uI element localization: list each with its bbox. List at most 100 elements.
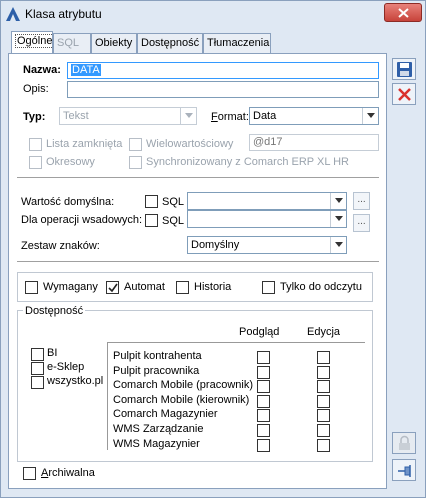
podglad-checkbox[interactable] bbox=[257, 365, 270, 379]
archiwalna-checkbox[interactable] bbox=[23, 467, 36, 480]
wartosc-domyslna-sql-label: SQL bbox=[162, 196, 185, 208]
automat-label: Automat bbox=[124, 281, 165, 293]
podglad-checkbox[interactable] bbox=[257, 438, 270, 452]
tab-ogolne[interactable]: Ogólne bbox=[11, 31, 55, 54]
synchronizowany-checkbox[interactable] bbox=[129, 156, 142, 169]
save-icon bbox=[397, 62, 412, 77]
wartosc-domyslna-browse-button[interactable]: ... bbox=[353, 192, 370, 210]
dla-operacji-select[interactable] bbox=[187, 210, 347, 228]
format-label-text: ormat: bbox=[217, 111, 249, 123]
historia-checkbox[interactable] bbox=[176, 281, 189, 294]
lista-zamknieta-checkbox[interactable] bbox=[29, 138, 42, 151]
okresowy-label: Okresowy bbox=[46, 156, 95, 168]
nazwa-label: Nazwa: bbox=[23, 64, 61, 76]
tab-dostepnosc[interactable]: Dostępność bbox=[137, 33, 203, 53]
flags-group: Wymagany Automat Historia Tylko do odczy… bbox=[17, 272, 373, 302]
format-label: Format: bbox=[211, 111, 249, 123]
pin-icon bbox=[398, 465, 411, 477]
wartosc-domyslna-sql-checkbox[interactable] bbox=[145, 195, 158, 208]
typ-select[interactable]: Tekst bbox=[59, 107, 197, 125]
zestaw-znakow-select[interactable]: Domyślny bbox=[187, 236, 347, 254]
wielowartosciowy-input[interactable]: @d17 bbox=[249, 134, 379, 151]
checkmark-icon bbox=[108, 283, 118, 293]
podglad-checkbox[interactable] bbox=[257, 351, 270, 364]
nazwa-value: DATA bbox=[71, 64, 101, 76]
dla-operacji-browse-button[interactable]: ... bbox=[353, 214, 370, 232]
availability-row-label: Pulpit kontrahenta bbox=[113, 350, 202, 362]
dialog-window: Klasa atrybutu Ogólne SQL Obiekty Dostęp… bbox=[0, 0, 426, 498]
availability-row-label: Comarch Mobile (kierownik) bbox=[113, 393, 250, 406]
wartosc-domyslna-label: Wartość domyślna: bbox=[21, 196, 115, 208]
tylko-do-odczytu-label: Tylko do odczytu bbox=[280, 281, 362, 293]
wartosc-domyslna-select[interactable] bbox=[187, 192, 347, 210]
tab-label: Dostępność bbox=[141, 37, 200, 49]
chevron-down-icon bbox=[330, 237, 346, 253]
save-button[interactable] bbox=[392, 58, 416, 80]
title-bar: Klasa atrybutu bbox=[1, 1, 425, 29]
lista-zamknieta-label: Lista zamknięta bbox=[46, 138, 123, 150]
edycja-checkbox[interactable] bbox=[317, 409, 330, 423]
close-button[interactable] bbox=[384, 3, 422, 22]
wielowartosciowy-checkbox[interactable] bbox=[129, 138, 142, 151]
lock-button[interactable] bbox=[392, 432, 416, 454]
window-title: Klasa atrybutu bbox=[25, 7, 102, 21]
col-edycja-header: Edycja bbox=[307, 326, 341, 338]
okresowy-checkbox[interactable] bbox=[29, 156, 42, 169]
opis-label: Opis: bbox=[23, 83, 49, 95]
podglad-checkbox[interactable] bbox=[257, 409, 270, 423]
pin-button[interactable] bbox=[392, 459, 416, 481]
zestaw-znakow-value: Domyślny bbox=[191, 239, 240, 251]
availability-row-label: WMS Magazynier bbox=[113, 437, 200, 450]
podglad-checkbox[interactable] bbox=[257, 380, 270, 394]
chevron-down-icon bbox=[180, 108, 196, 124]
tab-tlumaczenia[interactable]: Tłumaczenia bbox=[203, 33, 271, 53]
tab-label: SQL bbox=[57, 37, 80, 49]
wymagany-checkbox[interactable] bbox=[25, 281, 38, 294]
channel-bi-checkbox[interactable] bbox=[31, 348, 44, 361]
podglad-checkbox[interactable] bbox=[257, 424, 270, 437]
table-divider-vertical bbox=[107, 342, 108, 450]
divider bbox=[17, 261, 379, 262]
tab-label: Ogólne bbox=[15, 34, 55, 48]
tab-label: Tłumaczenia bbox=[207, 37, 270, 49]
col-podglad-header: Podgląd bbox=[239, 326, 280, 338]
archiwalna-label-text: rchiwalna bbox=[48, 467, 95, 479]
dla-operacji-sql-checkbox[interactable] bbox=[145, 214, 158, 227]
delete-button[interactable] bbox=[392, 83, 416, 105]
availability-row-label: Comarch Magazynier bbox=[113, 408, 218, 421]
typ-label: Typ: bbox=[23, 111, 46, 123]
tab-label: Obiekty bbox=[95, 37, 133, 49]
synchronizowany-label: Synchronizowany z Comarch ERP XL HR bbox=[146, 156, 349, 168]
wymagany-label: Wymagany bbox=[43, 281, 98, 293]
edycja-checkbox[interactable] bbox=[317, 394, 330, 408]
close-icon bbox=[398, 8, 409, 18]
automat-checkbox[interactable] bbox=[106, 281, 119, 294]
format-select[interactable]: Data bbox=[249, 107, 379, 125]
availability-row-label: Pulpit pracownika bbox=[113, 364, 200, 377]
channel-esklep-checkbox[interactable] bbox=[31, 362, 44, 375]
archiwalna-label: Archiwalna bbox=[41, 467, 95, 479]
nazwa-input[interactable]: DATA bbox=[67, 62, 379, 79]
app-icon bbox=[6, 7, 20, 21]
channel-wszystko-checkbox[interactable] bbox=[31, 376, 44, 389]
edycja-checkbox[interactable] bbox=[317, 351, 330, 364]
dla-operacji-sql-label: SQL bbox=[162, 215, 185, 227]
availability-row-label: Comarch Mobile (pracownik) bbox=[113, 379, 253, 392]
edycja-checkbox[interactable] bbox=[317, 365, 330, 379]
edycja-checkbox[interactable] bbox=[317, 438, 330, 452]
wielowartosciowy-label: Wielowartościowy bbox=[146, 138, 234, 150]
channel-bi-label: BI bbox=[47, 347, 58, 359]
format-value: Data bbox=[253, 110, 277, 122]
podglad-checkbox[interactable] bbox=[257, 394, 270, 408]
tab-sql[interactable]: SQL bbox=[53, 33, 91, 53]
opis-input[interactable] bbox=[67, 81, 379, 98]
edycja-checkbox[interactable] bbox=[317, 424, 330, 437]
divider bbox=[17, 177, 379, 178]
channel-wszystko-label: wszystko.pl bbox=[47, 375, 104, 387]
historia-label: Historia bbox=[194, 281, 232, 293]
tylko-do-odczytu-checkbox[interactable] bbox=[262, 281, 275, 294]
chevron-down-icon bbox=[330, 211, 346, 227]
lock-icon bbox=[399, 435, 410, 450]
edycja-checkbox[interactable] bbox=[317, 380, 330, 394]
tab-obiekty[interactable]: Obiekty bbox=[91, 33, 137, 53]
